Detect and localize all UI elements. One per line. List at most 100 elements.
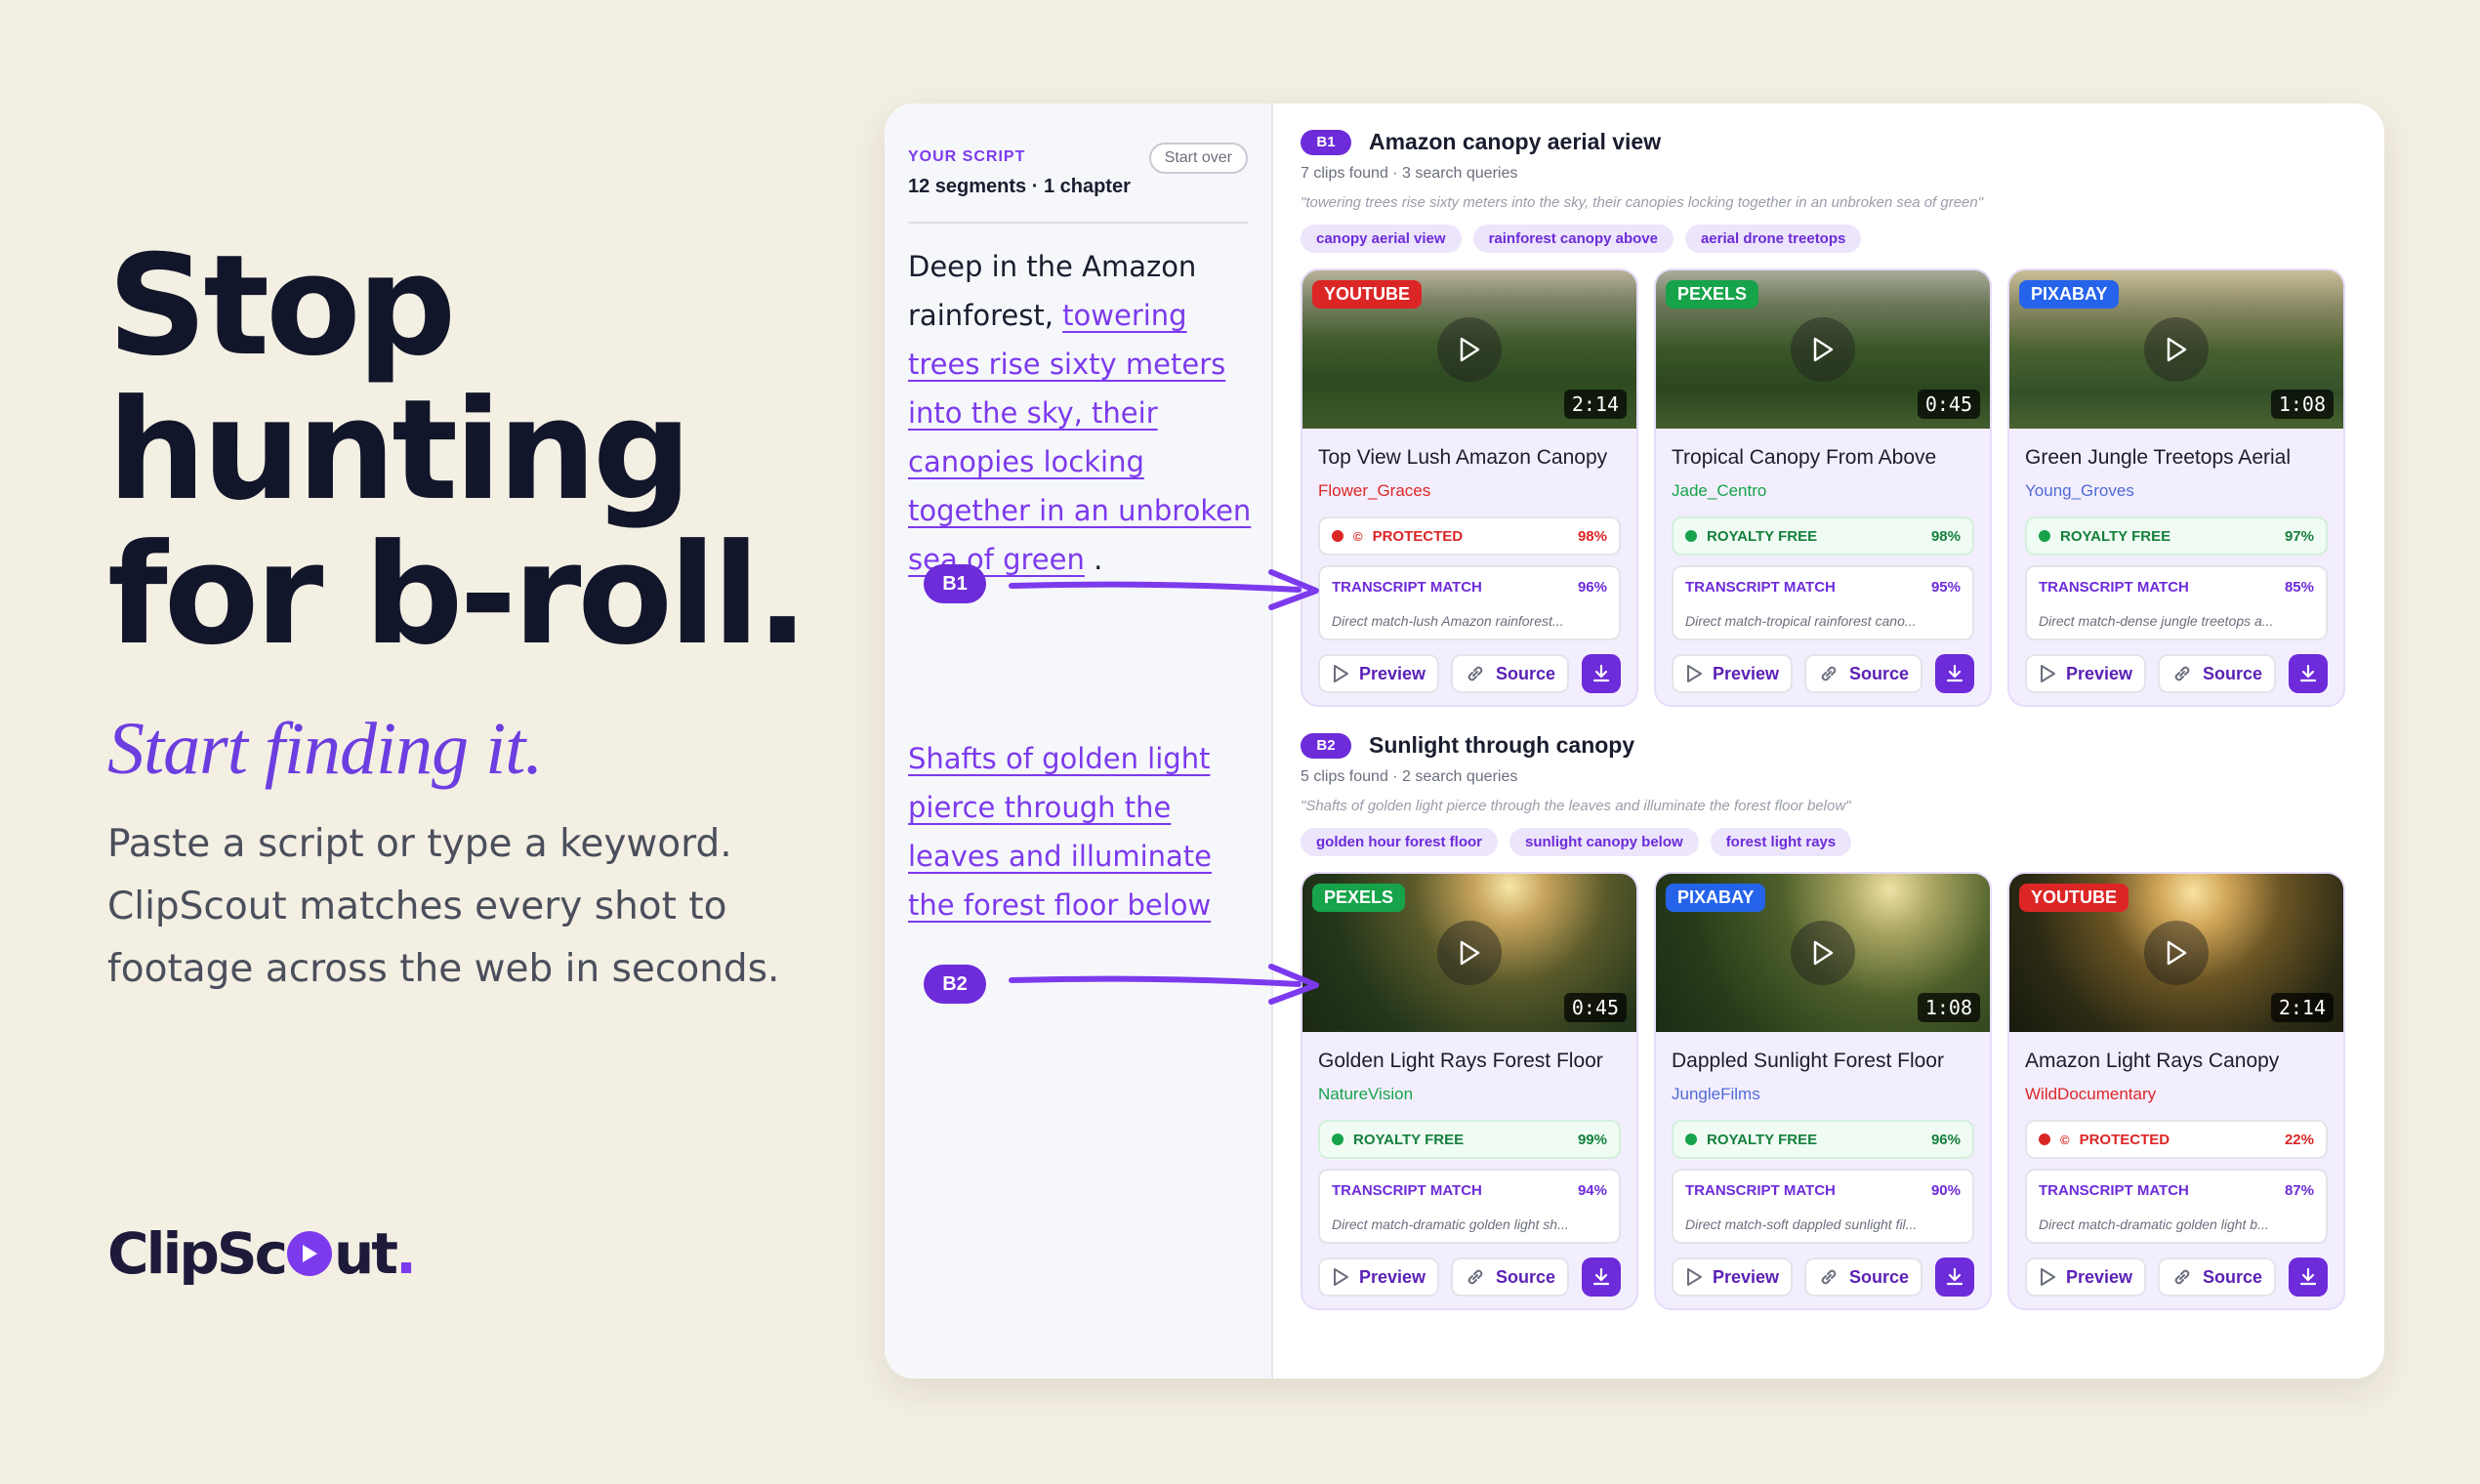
clip-title: Green Jungle Treetops Aerial — [2025, 446, 2291, 469]
copyright-icon: © — [2060, 1132, 2070, 1147]
play-icon[interactable] — [1437, 921, 1502, 985]
script-label: YOUR SCRIPT — [908, 148, 1026, 165]
clip-thumbnail[interactable]: PIXABAY 1:08 — [1656, 874, 1990, 1032]
match-description: Direct match-dramatic golden light b... — [2039, 1216, 2269, 1232]
play-icon[interactable] — [2144, 317, 2209, 382]
headline: Stop hunting for b-roll. — [107, 234, 849, 668]
license-score: 96% — [1930, 1131, 1961, 1148]
query-chip[interactable]: forest light rays — [1710, 828, 1852, 856]
match-score: 96% — [1577, 579, 1607, 596]
license-badge: ROYALTY FREE 97% — [2025, 516, 2328, 556]
play-icon[interactable] — [1791, 317, 1855, 382]
clip-thumbnail[interactable]: PIXABAY 1:08 — [2009, 270, 2343, 429]
query-chip[interactable]: rainforest canopy above — [1472, 225, 1674, 253]
source-badge: YOUTUBE — [2019, 884, 2129, 912]
preview-button[interactable]: Preview — [1672, 654, 1794, 693]
clip-thumbnail[interactable]: YOUTUBE 2:14 — [1302, 270, 1636, 429]
download-button[interactable] — [1935, 654, 1974, 693]
source-label: Source — [1496, 1266, 1556, 1287]
section-title: Amazon canopy aerial view — [1369, 129, 1662, 154]
match-description: Direct match-tropical rainforest cano... — [1685, 613, 1917, 629]
clip-duration: 1:08 — [1917, 993, 1980, 1022]
clip-author[interactable]: JungleFilms — [1672, 1085, 1974, 1104]
match-label: TRANSCRIPT MATCH — [1685, 579, 1836, 596]
play-icon — [287, 1231, 332, 1276]
clip-card[interactable]: PIXABAY 1:08 Green Jungle Treetops Aeria… — [2007, 268, 2345, 707]
license-badge: ROYALTY FREE 96% — [1672, 1120, 1974, 1159]
query-chip[interactable]: aerial drone treetops — [1684, 225, 1862, 253]
source-label: Source — [2203, 663, 2263, 683]
source-button[interactable]: Source — [2158, 654, 2277, 693]
clip-card[interactable]: YOUTUBE 2:14 Amazon Light Rays Canopy Wi… — [2007, 872, 2345, 1310]
clip-card[interactable]: YOUTUBE 2:14 Top View Lush Amazon Canopy… — [1301, 268, 1638, 707]
clip-thumbnail[interactable]: PEXELS 0:45 — [1656, 270, 1990, 429]
clip-author[interactable]: WildDocumentary — [2025, 1085, 2328, 1104]
download-icon — [1946, 664, 1963, 682]
download-button[interactable] — [1582, 1257, 1621, 1297]
download-button[interactable] — [1935, 1257, 1974, 1297]
match-description: Direct match-dramatic golden light sh... — [1332, 1216, 1569, 1232]
source-label: Source — [1849, 1266, 1910, 1287]
preview-button[interactable]: Preview — [1318, 1257, 1440, 1297]
clip-card[interactable]: PEXELS 0:45 Golden Light Rays Forest Flo… — [1301, 872, 1638, 1310]
clip-author[interactable]: Young_Groves — [2025, 481, 2328, 501]
clip-card[interactable]: PIXABAY 1:08 Dappled Sunlight Forest Flo… — [1654, 872, 1992, 1310]
start-over-button[interactable]: Start over — [1148, 143, 1248, 174]
preview-label: Preview — [1713, 663, 1780, 683]
clip-author[interactable]: NatureVision — [1318, 1085, 1621, 1104]
play-icon[interactable] — [1437, 317, 1502, 382]
clip-duration: 0:45 — [1563, 993, 1627, 1022]
source-button[interactable]: Source — [1451, 654, 1570, 693]
query-chip[interactable]: sunlight canopy below — [1509, 828, 1699, 856]
preview-label: Preview — [1359, 1266, 1426, 1287]
link-icon — [1821, 1269, 1837, 1285]
query-chip[interactable]: golden hour forest floor — [1301, 828, 1498, 856]
preview-label: Preview — [2066, 663, 2133, 683]
transcript-match: TRANSCRIPT MATCH 87% Direct match-dramati… — [2025, 1169, 2328, 1244]
source-button[interactable]: Source — [1804, 1257, 1923, 1297]
download-button[interactable] — [2289, 654, 2328, 693]
clip-thumbnail[interactable]: YOUTUBE 2:14 — [2009, 874, 2343, 1032]
clip-author[interactable]: Jade_Centro — [1672, 481, 1974, 501]
clip-author[interactable]: Flower_Graces — [1318, 481, 1621, 501]
source-button[interactable]: Source — [1804, 654, 1923, 693]
transcript-match: TRANSCRIPT MATCH 95% Direct match-tropica… — [1672, 565, 1974, 640]
link-icon — [2174, 666, 2190, 681]
preview-button[interactable]: Preview — [1318, 654, 1440, 693]
play-icon[interactable] — [2144, 921, 2209, 985]
download-button[interactable] — [1582, 654, 1621, 693]
script-header: YOUR SCRIPT 12 segments · 1 chapter Star… — [908, 143, 1248, 224]
play-icon — [1687, 1268, 1702, 1286]
source-badge: PIXABAY — [2019, 280, 2120, 309]
link-icon — [1467, 1269, 1483, 1285]
license-label: ROYALTY FREE — [1353, 1131, 1465, 1148]
download-button[interactable] — [2289, 1257, 2328, 1297]
license-badge: ROYALTY FREE 98% — [1672, 516, 1974, 556]
play-icon[interactable] — [1791, 921, 1855, 985]
source-button[interactable]: Source — [1451, 1257, 1570, 1297]
source-button[interactable]: Source — [2158, 1257, 2277, 1297]
query-chips: canopy aerial view rainforest canopy abov… — [1301, 225, 2351, 253]
query-chip[interactable]: canopy aerial view — [1301, 225, 1462, 253]
source-badge: YOUTUBE — [1312, 280, 1423, 309]
clip-cards: YOUTUBE 2:14 Top View Lush Amazon Canopy… — [1301, 268, 2351, 707]
clip-thumbnail[interactable]: PEXELS 0:45 — [1302, 874, 1636, 1032]
license-label: ROYALTY FREE — [1707, 1131, 1818, 1148]
preview-button[interactable]: Preview — [2025, 1257, 2147, 1297]
match-score: 85% — [2284, 579, 2314, 596]
play-icon — [2041, 665, 2055, 682]
clip-duration: 2:14 — [2270, 993, 2334, 1022]
script-highlight-b1[interactable]: towering trees rise sixty meters into th… — [908, 299, 1251, 576]
status-dot-icon — [1332, 1134, 1343, 1145]
match-description: Direct match-lush Amazon rainforest... — [1332, 613, 1564, 629]
segment-marker-b2[interactable]: B2 — [924, 965, 986, 1004]
clip-card[interactable]: PEXELS 0:45 Tropical Canopy From Above J… — [1654, 268, 1992, 707]
license-score: 98% — [1577, 527, 1607, 545]
download-icon — [1592, 1267, 1610, 1286]
preview-button[interactable]: Preview — [2025, 654, 2147, 693]
segment-marker-b1[interactable]: B1 — [924, 564, 986, 603]
script-highlight-b2[interactable]: Shafts of golden light pierce through th… — [908, 742, 1212, 922]
section-meta: 5 clips found · 2 search queries — [1301, 768, 1518, 785]
license-score: 98% — [1930, 527, 1961, 545]
preview-button[interactable]: Preview — [1672, 1257, 1794, 1297]
